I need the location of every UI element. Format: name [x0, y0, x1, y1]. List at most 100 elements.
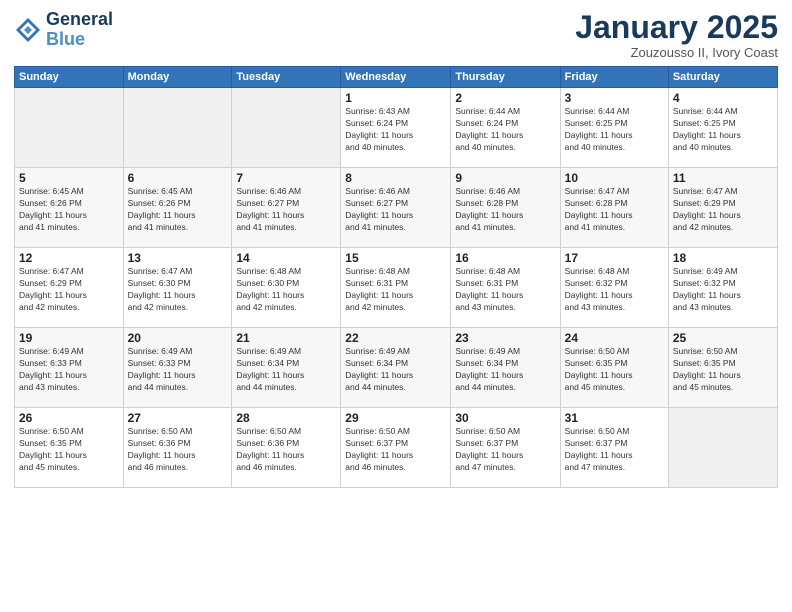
- calendar-week-3: 12Sunrise: 6:47 AMSunset: 6:29 PMDayligh…: [15, 248, 778, 328]
- day-number: 18: [673, 251, 773, 265]
- header: General Blue January 2025 Zouzousso II, …: [14, 10, 778, 60]
- day-number: 15: [345, 251, 446, 265]
- table-row: 28Sunrise: 6:50 AMSunset: 6:36 PMDayligh…: [232, 408, 341, 488]
- day-info: Sunrise: 6:45 AMSunset: 6:26 PMDaylight:…: [128, 186, 228, 234]
- day-number: 4: [673, 91, 773, 105]
- day-number: 2: [455, 91, 555, 105]
- day-number: 29: [345, 411, 446, 425]
- day-number: 21: [236, 331, 336, 345]
- day-info: Sunrise: 6:49 AMSunset: 6:34 PMDaylight:…: [455, 346, 555, 394]
- day-info: Sunrise: 6:50 AMSunset: 6:35 PMDaylight:…: [565, 346, 664, 394]
- day-info: Sunrise: 6:50 AMSunset: 6:36 PMDaylight:…: [128, 426, 228, 474]
- table-row: 11Sunrise: 6:47 AMSunset: 6:29 PMDayligh…: [668, 168, 777, 248]
- table-row: 7Sunrise: 6:46 AMSunset: 6:27 PMDaylight…: [232, 168, 341, 248]
- day-number: 27: [128, 411, 228, 425]
- table-row: 20Sunrise: 6:49 AMSunset: 6:33 PMDayligh…: [123, 328, 232, 408]
- day-info: Sunrise: 6:49 AMSunset: 6:34 PMDaylight:…: [236, 346, 336, 394]
- day-number: 12: [19, 251, 119, 265]
- day-info: Sunrise: 6:46 AMSunset: 6:27 PMDaylight:…: [236, 186, 336, 234]
- header-monday: Monday: [123, 67, 232, 88]
- table-row: 3Sunrise: 6:44 AMSunset: 6:25 PMDaylight…: [560, 88, 668, 168]
- logo-icon: [14, 16, 42, 44]
- table-row: 4Sunrise: 6:44 AMSunset: 6:25 PMDaylight…: [668, 88, 777, 168]
- day-info: Sunrise: 6:46 AMSunset: 6:28 PMDaylight:…: [455, 186, 555, 234]
- calendar-body: 1Sunrise: 6:43 AMSunset: 6:24 PMDaylight…: [15, 88, 778, 488]
- day-info: Sunrise: 6:50 AMSunset: 6:37 PMDaylight:…: [455, 426, 555, 474]
- header-thursday: Thursday: [451, 67, 560, 88]
- day-info: Sunrise: 6:47 AMSunset: 6:29 PMDaylight:…: [673, 186, 773, 234]
- day-info: Sunrise: 6:50 AMSunset: 6:35 PMDaylight:…: [19, 426, 119, 474]
- table-row: 15Sunrise: 6:48 AMSunset: 6:31 PMDayligh…: [341, 248, 451, 328]
- table-row: 22Sunrise: 6:49 AMSunset: 6:34 PMDayligh…: [341, 328, 451, 408]
- calendar: Sunday Monday Tuesday Wednesday Thursday…: [14, 66, 778, 488]
- calendar-week-2: 5Sunrise: 6:45 AMSunset: 6:26 PMDaylight…: [15, 168, 778, 248]
- day-number: 22: [345, 331, 446, 345]
- table-row: [668, 408, 777, 488]
- day-info: Sunrise: 6:49 AMSunset: 6:33 PMDaylight:…: [128, 346, 228, 394]
- table-row: 12Sunrise: 6:47 AMSunset: 6:29 PMDayligh…: [15, 248, 124, 328]
- day-info: Sunrise: 6:48 AMSunset: 6:32 PMDaylight:…: [565, 266, 664, 314]
- day-number: 31: [565, 411, 664, 425]
- table-row: 31Sunrise: 6:50 AMSunset: 6:37 PMDayligh…: [560, 408, 668, 488]
- calendar-week-4: 19Sunrise: 6:49 AMSunset: 6:33 PMDayligh…: [15, 328, 778, 408]
- day-info: Sunrise: 6:46 AMSunset: 6:27 PMDaylight:…: [345, 186, 446, 234]
- day-number: 1: [345, 91, 446, 105]
- table-row: 24Sunrise: 6:50 AMSunset: 6:35 PMDayligh…: [560, 328, 668, 408]
- month-title: January 2025: [575, 10, 778, 45]
- day-info: Sunrise: 6:47 AMSunset: 6:28 PMDaylight:…: [565, 186, 664, 234]
- day-info: Sunrise: 6:49 AMSunset: 6:34 PMDaylight:…: [345, 346, 446, 394]
- day-number: 9: [455, 171, 555, 185]
- day-info: Sunrise: 6:50 AMSunset: 6:35 PMDaylight:…: [673, 346, 773, 394]
- calendar-header: Sunday Monday Tuesday Wednesday Thursday…: [15, 67, 778, 88]
- header-wednesday: Wednesday: [341, 67, 451, 88]
- table-row: [15, 88, 124, 168]
- page: General Blue January 2025 Zouzousso II, …: [0, 0, 792, 612]
- day-number: 5: [19, 171, 119, 185]
- table-row: 26Sunrise: 6:50 AMSunset: 6:35 PMDayligh…: [15, 408, 124, 488]
- day-info: Sunrise: 6:49 AMSunset: 6:33 PMDaylight:…: [19, 346, 119, 394]
- logo: General Blue: [14, 10, 113, 50]
- day-number: 14: [236, 251, 336, 265]
- table-row: 18Sunrise: 6:49 AMSunset: 6:32 PMDayligh…: [668, 248, 777, 328]
- logo-line2: Blue: [46, 30, 113, 50]
- table-row: 8Sunrise: 6:46 AMSunset: 6:27 PMDaylight…: [341, 168, 451, 248]
- day-info: Sunrise: 6:43 AMSunset: 6:24 PMDaylight:…: [345, 106, 446, 154]
- day-number: 11: [673, 171, 773, 185]
- day-info: Sunrise: 6:50 AMSunset: 6:37 PMDaylight:…: [565, 426, 664, 474]
- day-info: Sunrise: 6:45 AMSunset: 6:26 PMDaylight:…: [19, 186, 119, 234]
- day-number: 28: [236, 411, 336, 425]
- day-number: 24: [565, 331, 664, 345]
- table-row: 14Sunrise: 6:48 AMSunset: 6:30 PMDayligh…: [232, 248, 341, 328]
- table-row: [123, 88, 232, 168]
- table-row: 27Sunrise: 6:50 AMSunset: 6:36 PMDayligh…: [123, 408, 232, 488]
- day-number: 3: [565, 91, 664, 105]
- calendar-week-1: 1Sunrise: 6:43 AMSunset: 6:24 PMDaylight…: [15, 88, 778, 168]
- day-info: Sunrise: 6:49 AMSunset: 6:32 PMDaylight:…: [673, 266, 773, 314]
- day-info: Sunrise: 6:44 AMSunset: 6:25 PMDaylight:…: [565, 106, 664, 154]
- header-saturday: Saturday: [668, 67, 777, 88]
- header-sunday: Sunday: [15, 67, 124, 88]
- day-info: Sunrise: 6:50 AMSunset: 6:36 PMDaylight:…: [236, 426, 336, 474]
- table-row: 2Sunrise: 6:44 AMSunset: 6:24 PMDaylight…: [451, 88, 560, 168]
- header-friday: Friday: [560, 67, 668, 88]
- header-tuesday: Tuesday: [232, 67, 341, 88]
- table-row: [232, 88, 341, 168]
- day-info: Sunrise: 6:44 AMSunset: 6:25 PMDaylight:…: [673, 106, 773, 154]
- day-number: 7: [236, 171, 336, 185]
- day-info: Sunrise: 6:47 AMSunset: 6:29 PMDaylight:…: [19, 266, 119, 314]
- table-row: 23Sunrise: 6:49 AMSunset: 6:34 PMDayligh…: [451, 328, 560, 408]
- day-number: 17: [565, 251, 664, 265]
- table-row: 9Sunrise: 6:46 AMSunset: 6:28 PMDaylight…: [451, 168, 560, 248]
- table-row: 25Sunrise: 6:50 AMSunset: 6:35 PMDayligh…: [668, 328, 777, 408]
- day-number: 23: [455, 331, 555, 345]
- table-row: 16Sunrise: 6:48 AMSunset: 6:31 PMDayligh…: [451, 248, 560, 328]
- day-info: Sunrise: 6:44 AMSunset: 6:24 PMDaylight:…: [455, 106, 555, 154]
- day-info: Sunrise: 6:48 AMSunset: 6:30 PMDaylight:…: [236, 266, 336, 314]
- day-number: 10: [565, 171, 664, 185]
- day-number: 25: [673, 331, 773, 345]
- table-row: 10Sunrise: 6:47 AMSunset: 6:28 PMDayligh…: [560, 168, 668, 248]
- day-number: 20: [128, 331, 228, 345]
- day-info: Sunrise: 6:47 AMSunset: 6:30 PMDaylight:…: [128, 266, 228, 314]
- table-row: 30Sunrise: 6:50 AMSunset: 6:37 PMDayligh…: [451, 408, 560, 488]
- day-number: 16: [455, 251, 555, 265]
